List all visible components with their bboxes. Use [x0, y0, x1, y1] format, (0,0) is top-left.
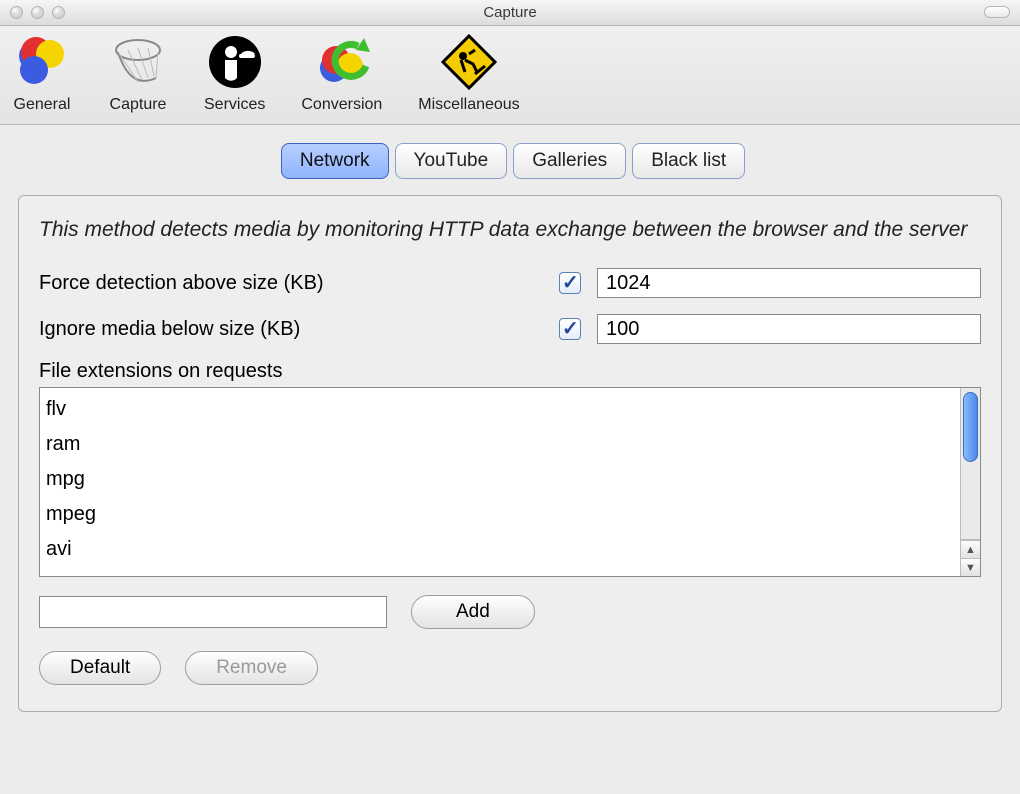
scroll-thumb[interactable] — [963, 392, 978, 462]
network-panel: This method detects media by monitoring … — [18, 195, 1002, 712]
toolbar-item-general[interactable]: General — [12, 32, 72, 114]
list-item[interactable]: mpeg — [46, 497, 980, 532]
toolbar-toggle-button[interactable] — [984, 6, 1010, 18]
list-item[interactable]: flv — [46, 392, 980, 427]
tab-network[interactable]: Network — [281, 143, 389, 179]
toolbar-item-label: Miscellaneous — [418, 96, 519, 114]
toolbar-item-label: General — [14, 96, 71, 114]
list-item[interactable]: mpg — [46, 462, 980, 497]
scroll-up-icon[interactable]: ▲ — [961, 540, 980, 558]
capture-tabs: Network YouTube Galleries Black list — [0, 125, 1020, 179]
toolbar-item-label: Capture — [110, 96, 167, 114]
waiter-icon — [205, 32, 265, 92]
toolbar-item-conversion[interactable]: Conversion — [301, 32, 382, 114]
zoom-window-button[interactable] — [52, 6, 65, 19]
extensions-list[interactable]: flv ram mpg mpeg avi — [40, 388, 980, 576]
extensions-list-container: flv ram mpg mpeg avi ▲ ▼ — [39, 387, 981, 577]
tab-youtube[interactable]: YouTube — [395, 143, 508, 179]
convert-icon — [312, 32, 372, 92]
panel-description: This method detects media by monitoring … — [39, 216, 981, 244]
add-extension-input[interactable] — [39, 596, 387, 628]
minimize-window-button[interactable] — [31, 6, 44, 19]
force-detection-input[interactable] — [597, 268, 981, 298]
scrollbar[interactable]: ▲ ▼ — [960, 388, 980, 576]
list-item[interactable]: avi — [46, 532, 980, 567]
tab-galleries[interactable]: Galleries — [513, 143, 626, 179]
list-item[interactable]: ram — [46, 427, 980, 462]
tab-blacklist[interactable]: Black list — [632, 143, 745, 179]
ignore-media-input[interactable] — [597, 314, 981, 344]
toolbar-item-services[interactable]: Services — [204, 32, 265, 114]
titlebar: Capture — [0, 0, 1020, 26]
net-icon — [108, 32, 168, 92]
roadsign-icon — [439, 32, 499, 92]
toolbar-item-label: Services — [204, 96, 265, 114]
force-detection-label: Force detection above size (KB) — [39, 272, 559, 295]
force-detection-checkbox[interactable] — [559, 272, 581, 294]
add-button[interactable]: Add — [411, 595, 535, 629]
ignore-media-label: Ignore media below size (KB) — [39, 318, 559, 341]
toolbar-item-miscellaneous[interactable]: Miscellaneous — [418, 32, 519, 114]
default-button[interactable]: Default — [39, 651, 161, 685]
window-title: Capture — [0, 4, 1020, 21]
scroll-down-icon[interactable]: ▼ — [961, 558, 980, 576]
remove-button[interactable]: Remove — [185, 651, 318, 685]
preferences-toolbar: General Capture Services Conversion — [0, 26, 1020, 125]
toolbar-item-capture[interactable]: Capture — [108, 32, 168, 114]
ignore-media-checkbox[interactable] — [559, 318, 581, 340]
close-window-button[interactable] — [10, 6, 23, 19]
balloons-icon — [12, 32, 72, 92]
toolbar-item-label: Conversion — [301, 96, 382, 114]
extensions-label: File extensions on requests — [39, 360, 981, 383]
